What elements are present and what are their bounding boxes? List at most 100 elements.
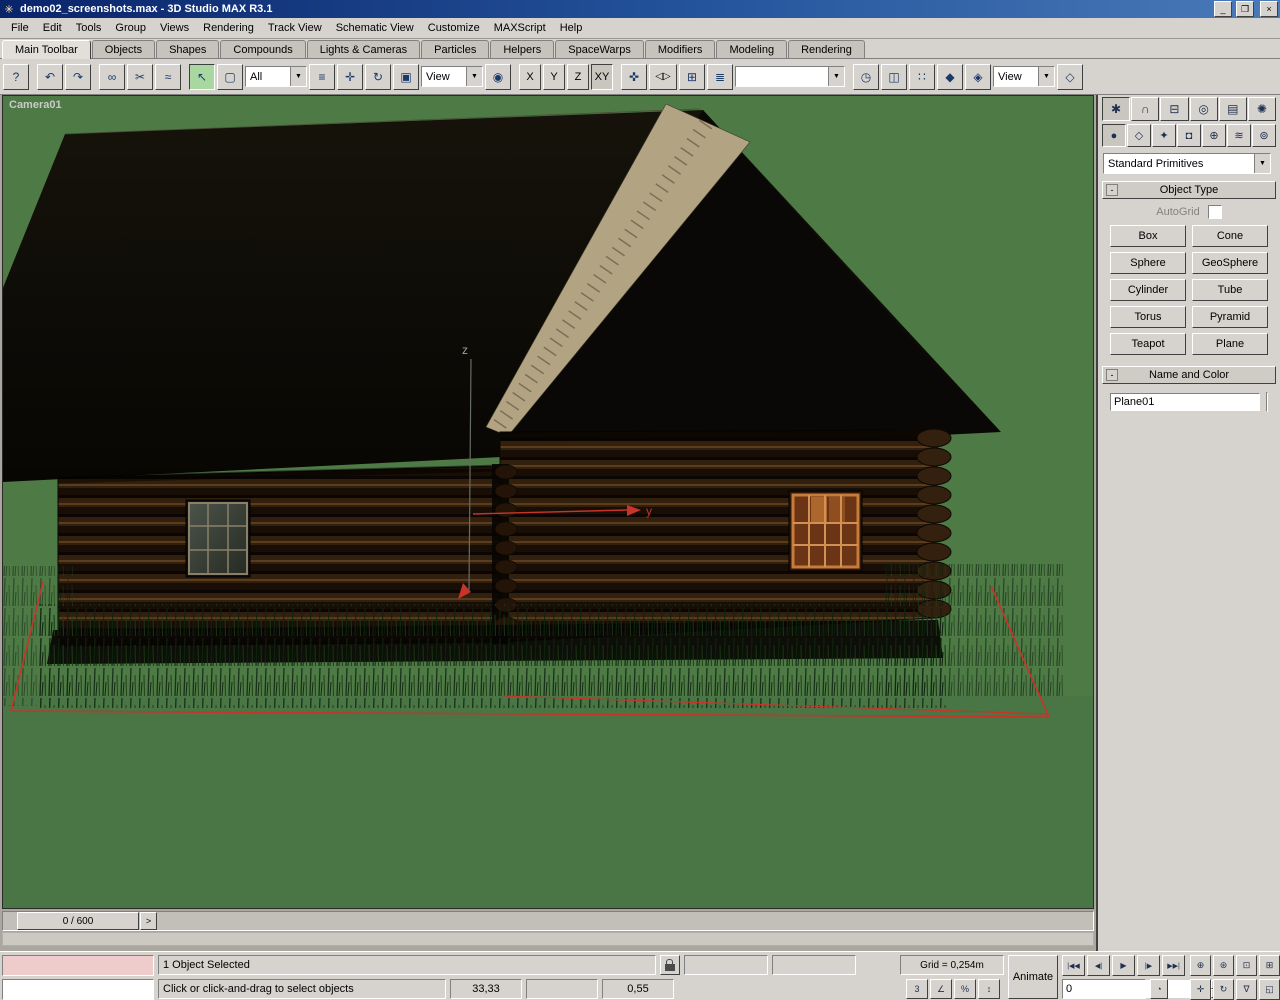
select-object-button[interactable]: ↖ [189,64,215,90]
coordinate-y-field[interactable] [526,979,598,999]
menu-file[interactable]: File [4,19,36,37]
tab-modeling[interactable]: Modeling [716,40,787,58]
tab-rendering[interactable]: Rendering [788,40,865,58]
tab-utilities[interactable]: ✺ [1248,97,1276,121]
menu-help[interactable]: Help [553,19,590,37]
select-and-scale-button[interactable]: ▣ [393,64,419,90]
time-slider-thumb[interactable]: 0 / 600 [17,912,139,930]
previous-frame-button[interactable]: ◀| [1087,955,1110,976]
select-by-name-button[interactable]: ≡ [309,64,335,90]
object-type-rollout[interactable]: - Object Type [1102,181,1276,199]
object-color-swatch[interactable] [1266,392,1268,412]
align-button[interactable]: ≣ [707,64,733,90]
chevron-down-icon[interactable]: ▼ [1254,154,1270,173]
name-and-color-rollout[interactable]: - Name and Color [1102,366,1276,384]
category-shapes[interactable]: ◇ [1127,124,1151,147]
torus-button[interactable]: Torus [1110,306,1186,328]
cone-button[interactable]: Cone [1192,225,1268,247]
cylinder-button[interactable]: Cylinder [1110,279,1186,301]
tab-modifiers[interactable]: Modifiers [645,40,716,58]
undo-button[interactable]: ↶ [37,64,63,90]
close-button[interactable]: × [1260,1,1278,17]
track-bar[interactable] [2,932,1094,946]
box-button[interactable]: Box [1110,225,1186,247]
tube-button[interactable]: Tube [1192,279,1268,301]
maxscript-listener-line[interactable] [2,979,154,1000]
chevron-down-icon[interactable]: ▼ [290,67,306,86]
zoom-extents-button[interactable]: ⊡ [1236,955,1257,976]
arc-rotate-button[interactable]: ↻ [1213,979,1234,1000]
frame-number-input[interactable] [1063,980,1211,998]
chevron-down-icon[interactable]: ▼ [828,67,844,86]
bind-to-spacewarp-button[interactable]: ≈ [155,64,181,90]
animate-button[interactable]: Animate [1008,955,1058,999]
region-select-button[interactable]: ▢ [217,64,243,90]
tab-lights-cameras[interactable]: Lights & Cameras [307,40,420,58]
chevron-down-icon[interactable]: ▼ [466,67,482,86]
menu-tools[interactable]: Tools [69,19,109,37]
render-type-dropdown[interactable]: View ▼ [993,66,1055,87]
snap-toggle-3d-button[interactable]: 3 [906,979,928,999]
plane-button[interactable]: Plane [1192,333,1268,355]
render-scene-button[interactable]: ◆ [937,64,963,90]
category-cameras[interactable]: ◘ [1177,124,1201,147]
ik-toggle-button[interactable]: ✜ [621,64,647,90]
select-and-link-button[interactable]: ∞ [99,64,125,90]
named-selection-sets-dropdown[interactable]: ▼ [735,66,845,87]
tab-create[interactable]: ✱ [1102,97,1130,121]
unlink-selection-button[interactable]: ✂ [127,64,153,90]
menu-group[interactable]: Group [108,19,153,37]
redo-button[interactable]: ↷ [65,64,91,90]
open-schematic-view-button[interactable]: ◫ [881,64,907,90]
percent-snap-button[interactable]: % [954,979,976,999]
render-last-button[interactable]: ◇ [1057,64,1083,90]
min-max-toggle-button[interactable]: ◱ [1259,979,1280,1000]
collapse-icon[interactable]: - [1106,369,1118,381]
tab-spacewarps[interactable]: SpaceWarps [555,40,644,58]
time-configuration-button[interactable]: ◔ [1150,979,1168,999]
tab-main-toolbar[interactable]: Main Toolbar [2,40,91,59]
current-frame-field[interactable]: ▲ ▼ [1062,979,1146,999]
category-helpers[interactable]: ⊕ [1202,124,1226,147]
category-geometry[interactable]: ● [1102,124,1126,147]
array-button[interactable]: ⊞ [679,64,705,90]
restrict-xy-plane-button[interactable]: XY [591,64,613,90]
viewport-label[interactable]: Camera01 [9,99,62,111]
help-mode-button[interactable]: ? [3,64,29,90]
macro-recorder-line[interactable] [2,955,154,976]
select-and-move-button[interactable]: ✛ [337,64,363,90]
menu-views[interactable]: Views [153,19,196,37]
menu-schematic-view[interactable]: Schematic View [329,19,421,37]
restrict-z-button[interactable]: Z [567,64,589,90]
tab-motion[interactable]: ◎ [1190,97,1218,121]
play-button[interactable]: ▶ [1112,955,1135,976]
field-of-view-button[interactable]: ∇ [1236,979,1257,1000]
geosphere-button[interactable]: GeoSphere [1192,252,1268,274]
pivot-center-button[interactable]: ◉ [485,64,511,90]
open-trackview-button[interactable]: ◷ [853,64,879,90]
tab-compounds[interactable]: Compounds [220,40,305,58]
category-systems[interactable]: ⊚ [1252,124,1276,147]
restore-button[interactable]: ❐ [1236,1,1254,17]
tab-helpers[interactable]: Helpers [490,40,554,58]
select-and-rotate-button[interactable]: ↻ [365,64,391,90]
spinner-snap-button[interactable]: ↕ [978,979,1000,999]
object-name-input[interactable] [1110,393,1260,411]
category-lights[interactable]: ✦ [1152,124,1176,147]
tab-display[interactable]: ▤ [1219,97,1247,121]
autogrid-checkbox[interactable] [1208,205,1222,219]
tab-hierarchy[interactable]: ⊟ [1160,97,1188,121]
go-to-start-button[interactable]: |◀◀ [1062,955,1085,976]
category-spacewarps[interactable]: ≋ [1227,124,1251,147]
menu-rendering[interactable]: Rendering [196,19,261,37]
sphere-button[interactable]: Sphere [1110,252,1186,274]
tab-shapes[interactable]: Shapes [156,40,219,58]
chevron-down-icon[interactable]: ▼ [1038,67,1054,86]
object-class-dropdown[interactable]: Standard Primitives ▼ [1103,153,1271,174]
menu-maxscript[interactable]: MAXScript [487,19,553,37]
coordinate-z-field[interactable]: 0,55 [602,979,674,999]
zoom-all-button[interactable]: ⊛ [1213,955,1234,976]
tab-modify[interactable]: ∩ [1131,97,1159,121]
zoom-button[interactable]: ⊕ [1190,955,1211,976]
angle-snap-button[interactable]: ∠ [930,979,952,999]
